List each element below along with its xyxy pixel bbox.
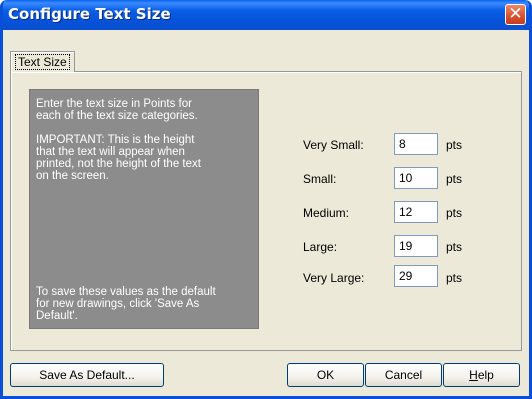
instructions-intro: Enter the text size in Points for each o…	[36, 98, 198, 122]
medium-unit: pts	[446, 206, 463, 220]
very-large-unit: pts	[446, 271, 463, 285]
small-size-field[interactable]: 10	[394, 167, 438, 189]
very-small-label: Very Small:	[303, 138, 364, 152]
instructions-box: Enter the text size in Points for each o…	[29, 89, 259, 329]
small-unit: pts	[446, 172, 463, 186]
help-mnemonic: H	[469, 368, 478, 382]
very-small-size-field[interactable]: 8	[394, 133, 438, 155]
very-small-unit: pts	[446, 138, 463, 152]
title-bar[interactable]: Configure Text Size ✕	[3, 0, 529, 30]
tab-text-size[interactable]: Text Size	[10, 51, 75, 72]
cancel-button[interactable]: Cancel	[365, 363, 442, 387]
instructions-save-default: To save these values as the default for …	[36, 286, 216, 322]
help-label-rest: elp	[477, 368, 494, 382]
large-size-field[interactable]: 19	[394, 235, 438, 257]
tab-panel-text-size: Enter the text size in Points for each o…	[10, 71, 522, 351]
close-button[interactable]: ✕	[505, 4, 526, 25]
large-unit: pts	[446, 240, 463, 254]
medium-size-field[interactable]: 12	[394, 201, 438, 223]
large-label: Large:	[303, 240, 338, 254]
tab-text-size-label: Text Size	[15, 54, 70, 70]
configure-text-size-dialog: Configure Text Size ✕ Text Size Enter th…	[0, 0, 532, 399]
close-icon: ✕	[508, 4, 523, 24]
ok-button[interactable]: OK	[287, 363, 364, 387]
very-large-label: Very Large:	[303, 271, 365, 285]
medium-label: Medium:	[303, 206, 350, 220]
dialog-title: Configure Text Size	[8, 5, 171, 23]
help-button[interactable]: Help	[443, 363, 520, 387]
save-as-default-button[interactable]: Save As Default...	[10, 363, 164, 387]
small-label: Small:	[303, 172, 337, 186]
instructions-important: IMPORTANT: This is the height that the t…	[36, 134, 201, 182]
very-large-size-field[interactable]: 29	[394, 265, 438, 287]
